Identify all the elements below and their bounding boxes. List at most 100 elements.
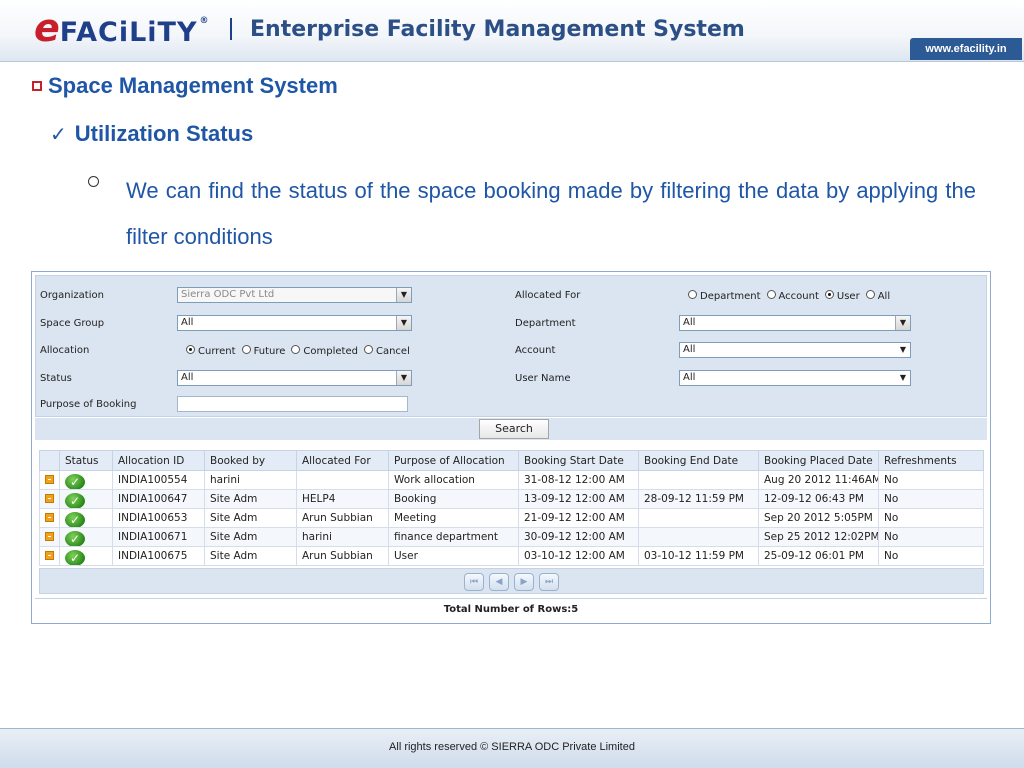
last-page-icon[interactable]: ⏭: [539, 573, 559, 591]
status-label: Status: [40, 373, 72, 384]
header-title: Enterprise Facility Management System: [250, 17, 745, 42]
expand-plus-icon[interactable]: [45, 532, 54, 541]
chevron-down-icon[interactable]: ▼: [396, 288, 411, 302]
chevron-down-icon[interactable]: ▼: [396, 316, 411, 330]
slide-heading: Space Management System: [48, 73, 338, 98]
column-header-allocation-id[interactable]: Allocation ID: [112, 450, 205, 471]
allocation-option-label: Future: [253, 346, 286, 357]
column-header-booked-by[interactable]: Booked by: [204, 450, 297, 471]
placed-date-cell: Sep 20 2012 5:05PM: [758, 508, 879, 528]
expand-plus-icon[interactable]: [45, 475, 54, 484]
start-date-cell: 31-08-12 12:00 AM: [518, 470, 639, 490]
purpose-link[interactable]: Booking: [388, 489, 519, 509]
bullet-level-2: ✓ Utilization Status: [50, 120, 253, 148]
placed-date-cell: Aug 20 2012 11:46AM: [758, 470, 879, 490]
allocated-for-cell: Arun Subbian: [296, 546, 389, 566]
department-select-value: All: [683, 317, 696, 328]
search-bar: Search: [35, 418, 987, 440]
total-divider: [35, 598, 987, 599]
refreshments-cell: No: [878, 470, 984, 490]
refreshments-cell: No: [878, 546, 984, 566]
allocated-for-radio-all[interactable]: [865, 290, 875, 299]
expand-cell[interactable]: [39, 508, 60, 528]
allocated-for-radio-account[interactable]: [766, 290, 776, 299]
user-name-select[interactable]: All ▼: [679, 370, 911, 386]
checkmark-icon: ✓: [50, 122, 67, 146]
allocation-id-link[interactable]: INDIA100653: [112, 508, 205, 528]
column-header-refreshments[interactable]: Refreshments: [878, 450, 984, 471]
first-page-icon[interactable]: ⏮: [464, 573, 484, 591]
purpose-link[interactable]: finance department: [388, 527, 519, 547]
expand-plus-icon[interactable]: [45, 494, 54, 503]
website-url-badge[interactable]: www.efacility.in: [910, 38, 1022, 60]
expand-cell[interactable]: [39, 489, 60, 509]
end-date-cell: [638, 527, 759, 547]
chevron-down-icon[interactable]: ▼: [895, 316, 910, 330]
allocated-for-option-label: User: [836, 291, 860, 302]
allocated-for-cell: [296, 470, 389, 490]
next-page-icon[interactable]: ▶: [514, 573, 534, 591]
status-select[interactable]: All ▼: [177, 370, 412, 386]
column-header-expand: [39, 450, 60, 471]
allocated-for-label: Allocated For: [515, 290, 581, 301]
start-date-cell: 13-09-12 12:00 AM: [518, 489, 639, 509]
allocation-id-link[interactable]: INDIA100675: [112, 546, 205, 566]
allocation-radio-current[interactable]: [186, 345, 195, 354]
allocation-radio-completed[interactable]: [291, 345, 301, 354]
placed-date-cell: 12-09-12 06:43 PM: [758, 489, 879, 509]
department-label: Department: [515, 318, 576, 329]
table-row: ✓ INDIA100675 Site Adm Arun Subbian User…: [39, 546, 984, 566]
bullet-level-1: Space Management System: [32, 72, 338, 100]
registered-mark: ®: [199, 16, 209, 26]
purpose-link[interactable]: User: [388, 546, 519, 566]
efacility-logo: e FACiLiTY ®: [34, 8, 209, 48]
account-select[interactable]: All ▼: [679, 342, 911, 358]
space-group-select[interactable]: All ▼: [177, 315, 412, 331]
column-header-allocated-for[interactable]: Allocated For: [296, 450, 389, 471]
check-circle-icon: ✓: [65, 531, 85, 546]
organization-select[interactable]: Sierra ODC Pvt Ltd ▼: [177, 287, 412, 303]
end-date-cell: 03-10-12 11:59 PM: [638, 546, 759, 566]
column-header-status[interactable]: Status: [59, 450, 113, 471]
column-header-purpose[interactable]: Purpose of Allocation: [388, 450, 519, 471]
chevron-down-icon[interactable]: ▼: [396, 371, 411, 385]
expand-cell[interactable]: [39, 546, 60, 566]
allocation-id-link[interactable]: INDIA100554: [112, 470, 205, 490]
refreshments-cell: No: [878, 508, 984, 528]
check-circle-icon: ✓: [65, 512, 85, 527]
slide-subheading: Utilization Status: [74, 121, 254, 146]
allocation-radio-cancel[interactable]: [363, 345, 373, 354]
filter-panel: Organization Sierra ODC Pvt Ltd ▼ Space …: [35, 275, 987, 417]
column-header-placed-date[interactable]: Booking Placed Date: [758, 450, 879, 471]
search-button[interactable]: Search: [479, 419, 549, 439]
allocation-radio-group: Current Future Completed Cancel: [186, 345, 410, 357]
previous-page-icon[interactable]: ◀: [489, 573, 509, 591]
chevron-down-icon[interactable]: ▼: [900, 371, 906, 385]
purpose-link[interactable]: Work allocation: [388, 470, 519, 490]
allocated-for-cell: harini: [296, 527, 389, 547]
purpose-input[interactable]: [177, 396, 408, 412]
footer-bar: All rights reserved © SIERRA ODC Private…: [0, 728, 1024, 768]
header-banner: e FACiLiTY ® Enterprise Facility Managem…: [0, 0, 1024, 62]
expand-cell[interactable]: [39, 527, 60, 547]
placed-date-cell: Sep 25 2012 12:02PM: [758, 527, 879, 547]
allocation-radio-future[interactable]: [241, 345, 251, 354]
expand-plus-icon[interactable]: [45, 551, 54, 560]
column-header-end-date[interactable]: Booking End Date: [638, 450, 759, 471]
department-select[interactable]: All ▼: [679, 315, 911, 331]
status-cell: ✓: [59, 489, 113, 509]
chevron-down-icon[interactable]: ▼: [900, 343, 906, 357]
allocation-id-link[interactable]: INDIA100647: [112, 489, 205, 509]
allocated-for-radio-department[interactable]: [688, 290, 697, 299]
purpose-link[interactable]: Meeting: [388, 508, 519, 528]
allocation-id-link[interactable]: INDIA100671: [112, 527, 205, 547]
status-cell: ✓: [59, 546, 113, 566]
column-header-start-date[interactable]: Booking Start Date: [518, 450, 639, 471]
allocated-for-radio-user[interactable]: [824, 290, 834, 299]
booked-by-cell: Site Adm: [204, 546, 297, 566]
refreshments-cell: No: [878, 489, 984, 509]
square-bullet-icon: [32, 81, 42, 91]
expand-cell[interactable]: [39, 470, 60, 490]
user-name-label: User Name: [515, 373, 571, 384]
expand-plus-icon[interactable]: [45, 513, 54, 522]
